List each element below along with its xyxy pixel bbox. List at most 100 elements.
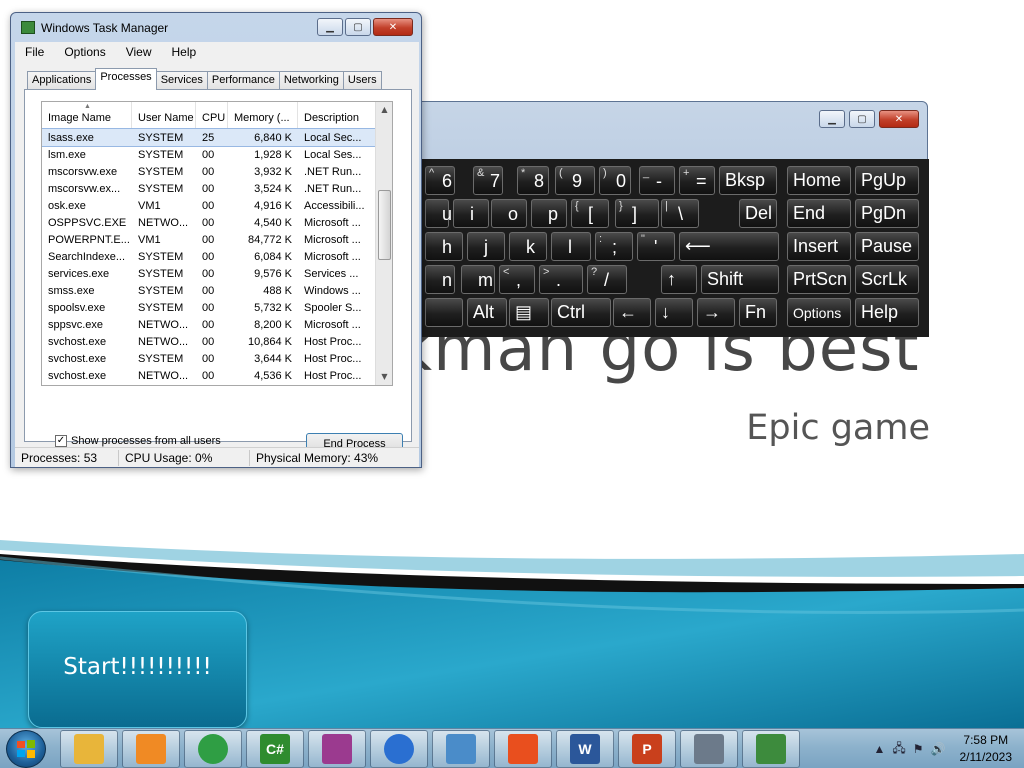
process-row[interactable]: sppsvc.exe NETWO... 00 8,200 K Microsoft ... — [42, 316, 376, 333]
taskbar-button[interactable] — [370, 730, 428, 768]
keyboard-key[interactable]: PgDn — [855, 199, 919, 228]
menu-file[interactable]: File — [15, 45, 54, 59]
tab-performance[interactable]: Performance — [206, 71, 280, 90]
taskbar-button[interactable]: W — [556, 730, 614, 768]
keyboard-key[interactable]: p — [531, 199, 567, 228]
keyboard-key[interactable]: Home — [787, 166, 851, 195]
keyboard-key[interactable]: Shift — [701, 265, 779, 294]
clock[interactable]: 7:58 PM 2/11/2023 — [960, 732, 1013, 766]
action-center-flag-icon[interactable]: ⚑ — [913, 742, 924, 756]
process-row[interactable]: svchost.exe NETWO... 00 10,864 K Host Proc..… — [42, 333, 376, 350]
process-row[interactable]: OSPPSVC.EXE NETWO... 00 4,540 K Microsoft ..… — [42, 214, 376, 231]
title-bar[interactable]: Windows Task Manager ▁ ▢ ✕ — [11, 13, 421, 41]
keyboard-key[interactable]: ⟵ — [679, 232, 779, 261]
process-row[interactable]: lsm.exe SYSTEM 00 1,928 K Local Ses... — [42, 146, 376, 163]
keyboard-key[interactable]: & 7 — [473, 166, 503, 195]
keyboard-key[interactable]: PrtScn — [787, 265, 851, 294]
column-image-name[interactable]: ▲ Image Name — [42, 102, 132, 128]
keyboard-key[interactable]: Help — [855, 298, 919, 327]
scroll-down-icon[interactable]: ▼ — [376, 369, 392, 385]
column-description[interactable]: Description — [298, 102, 376, 128]
tab-services[interactable]: Services — [155, 71, 208, 90]
keyboard-key[interactable]: ↓ — [655, 298, 693, 327]
process-row[interactable]: svchost.exe NETWO... 00 4,536 K Host Proc... — [42, 367, 376, 384]
keyboard-key[interactable]: Alt — [467, 298, 507, 327]
keyboard-key[interactable]: Pause — [855, 232, 919, 261]
vertical-scrollbar[interactable]: ▲ ▼ — [375, 102, 392, 385]
maximize-button[interactable]: ▢ — [345, 18, 371, 36]
keyboard-key[interactable]: * 8 — [517, 166, 549, 195]
scroll-up-icon[interactable]: ▲ — [376, 102, 392, 118]
keyboard-key[interactable]: PgUp — [855, 166, 919, 195]
taskbar-button[interactable] — [494, 730, 552, 768]
keyboard-key[interactable]: :; — [595, 232, 633, 261]
start-menu-button[interactable] — [6, 730, 46, 768]
keyboard-key[interactable]: o — [491, 199, 527, 228]
taskbar-button[interactable] — [184, 730, 242, 768]
keyboard-key[interactable]: <, — [499, 265, 535, 294]
keyboard-key[interactable]: (9 — [555, 166, 595, 195]
start-slide-button[interactable]: Start!!!!!!!!!! — [28, 611, 247, 728]
keyboard-key[interactable]: ? / — [587, 265, 627, 294]
process-row[interactable]: spoolsv.exe SYSTEM 00 5,732 K Spooler S... — [42, 299, 376, 316]
close-button[interactable]: ✕ — [879, 110, 919, 128]
process-row[interactable]: svchost.exe SYSTEM 00 3,644 K Host Proc... — [42, 350, 376, 367]
keyboard-key[interactable]: ScrLk — [855, 265, 919, 294]
process-row[interactable]: lsass.exe SYSTEM 25 6,840 K Local Sec... — [42, 128, 377, 147]
menu-view[interactable]: View — [116, 45, 162, 59]
keyboard-key[interactable]: >. — [539, 265, 583, 294]
keyboard-key[interactable]: Ctrl — [551, 298, 611, 327]
keyboard-key[interactable]: + = — [679, 166, 715, 195]
show-all-processes-checkbox[interactable]: ✓ Show processes from all users — [55, 435, 221, 447]
tab-users[interactable]: Users — [342, 71, 382, 90]
keyboard-key[interactable]: Options — [787, 298, 851, 327]
keyboard-key[interactable]: u — [425, 199, 452, 228]
keyboard-key[interactable]: m — [461, 265, 495, 294]
scrollbar-thumb[interactable] — [378, 190, 391, 260]
keyboard-key[interactable]: k — [509, 232, 547, 261]
network-icon[interactable]: 🖧 — [892, 739, 905, 760]
process-row[interactable]: POWERPNT.E... VM1 00 84,772 K Microsoft ... — [42, 231, 376, 248]
column-user-name[interactable]: User Name — [132, 102, 196, 128]
process-row[interactable]: services.exe SYSTEM 00 9,576 K Services ... — [42, 265, 376, 282]
keyboard-key[interactable]: ) 0 — [599, 166, 631, 195]
keyboard-key[interactable]: j — [467, 232, 505, 261]
minimize-button[interactable]: ▁ — [819, 110, 845, 128]
close-button[interactable]: ✕ — [373, 18, 413, 36]
keyboard-key[interactable]: End — [787, 199, 851, 228]
volume-icon[interactable]: 🔊 — [931, 742, 946, 756]
column-memory[interactable]: Memory (... — [228, 102, 298, 128]
checkbox-check-icon[interactable]: ✓ — [55, 435, 67, 447]
taskbar-button[interactable] — [680, 730, 738, 768]
keyboard-key[interactable]: ↑ — [661, 265, 697, 294]
keyboard-key[interactable]: Insert — [787, 232, 851, 261]
tab-networking[interactable]: Networking — [278, 71, 344, 90]
tab-applications[interactable]: Applications — [27, 71, 97, 90]
keyboard-key[interactable] — [425, 298, 463, 327]
menu-options[interactable]: Options — [54, 45, 115, 59]
show-hidden-icons-icon[interactable]: ▲ — [874, 742, 886, 756]
keyboard-key[interactable]: _ - — [639, 166, 675, 195]
keyboard-key[interactable]: ▤ — [509, 298, 549, 327]
column-cpu[interactable]: CPU — [196, 102, 228, 128]
taskbar-button[interactable]: C# — [246, 730, 304, 768]
tab-processes[interactable]: Processes — [95, 68, 157, 90]
taskbar-button[interactable] — [60, 730, 118, 768]
menu-help[interactable]: Help — [162, 45, 207, 59]
keyboard-key[interactable]: {[ — [571, 199, 609, 228]
keyboard-key[interactable]: }] — [615, 199, 659, 228]
keyboard-key[interactable]: Bksp — [719, 166, 777, 195]
keyboard-key[interactable]: i — [453, 199, 489, 228]
taskbar-button[interactable] — [308, 730, 366, 768]
keyboard-key[interactable]: | \ — [661, 199, 699, 228]
process-row[interactable]: mscorsvw.exe SYSTEM 00 3,932 K .NET Run... — [42, 163, 376, 180]
process-row[interactable]: osk.exe VM1 00 4,916 K Accessibili... — [42, 197, 376, 214]
keyboard-key[interactable]: Fn — [739, 298, 777, 327]
maximize-button[interactable]: ▢ — [849, 110, 875, 128]
keyboard-key[interactable]: " ' — [637, 232, 675, 261]
keyboard-key[interactable]: ^ 6 — [425, 166, 455, 195]
keyboard-key[interactable]: h — [425, 232, 463, 261]
taskbar-button[interactable] — [742, 730, 800, 768]
keyboard-key[interactable]: Del — [739, 199, 777, 228]
keyboard-key[interactable]: ← — [613, 298, 651, 327]
